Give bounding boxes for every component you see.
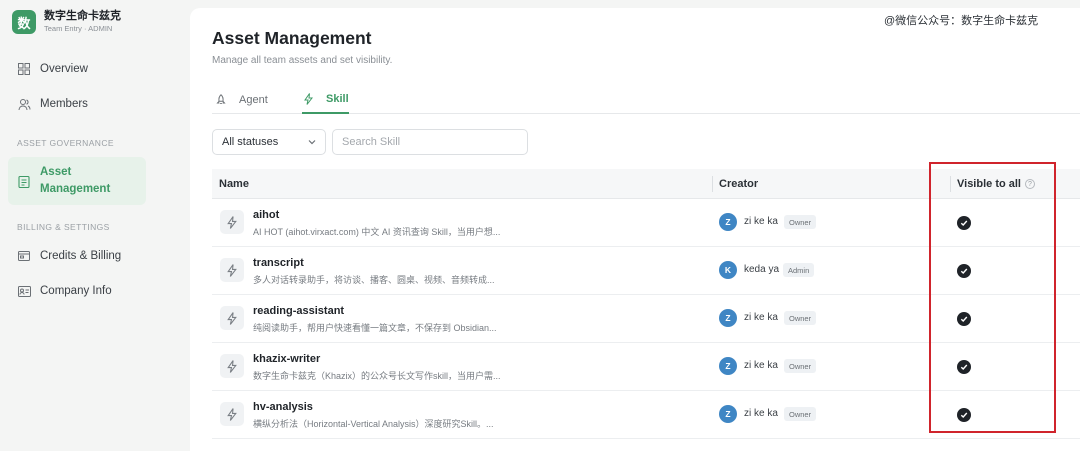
creator-name: keda ya (744, 264, 780, 275)
sidebar-item-label: Credits & Billing (40, 250, 122, 262)
members-icon (17, 97, 31, 111)
sidebar-item-label: Company Info (40, 285, 112, 297)
lightning-icon (220, 402, 244, 426)
creator-name: zi ke ka (744, 408, 778, 419)
creator-name: zi ke ka (744, 216, 778, 227)
clipboard-icon (17, 174, 31, 188)
avatar: Z (719, 309, 737, 327)
avatar: K (719, 261, 737, 279)
section-title-governance: ASSET GOVERNANCE (17, 138, 114, 148)
skill-description: 数字生命卡兹克（Khazix）的公众号长文写作skill，当用户需... (253, 371, 501, 381)
sidebar-item-overview[interactable]: Overview (8, 54, 146, 84)
sidebar-item-credits-billing[interactable]: Credits & Billing (8, 241, 146, 271)
lightning-icon (220, 258, 244, 282)
skill-name[interactable]: hv-analysis (253, 401, 313, 413)
creator-name: zi ke ka (744, 312, 778, 323)
grid-icon (17, 62, 31, 76)
sidebar-item-label: Asset Management (40, 164, 110, 198)
skill-description: 横纵分析法（Horizontal-Vertical Analysis）深度研究S… (253, 419, 494, 429)
column-divider (712, 176, 713, 192)
column-header-creator[interactable]: Creator (719, 169, 758, 199)
skill-description: AI HOT (aihot.virxact.com) 中文 AI 资讯查询 Sk… (253, 227, 501, 237)
skill-description: 纯阅读助手，帮用户快速看懂一篇文章，不保存到 Obsidian... (253, 323, 497, 333)
sidebar: 数 数字生命卡兹克 Team Entry · ADMIN Overview Me… (0, 0, 156, 451)
brand-logo: 数 (12, 10, 36, 34)
avatar: Z (719, 357, 737, 375)
tab-skill[interactable]: Skill (302, 86, 349, 114)
skill-name[interactable]: reading-assistant (253, 305, 344, 317)
lightning-icon (302, 93, 314, 105)
role-badge: Owner (784, 407, 817, 421)
sidebar-item-company-info[interactable]: Company Info (8, 276, 146, 306)
sidebar-item-label-line1: Asset (40, 166, 72, 178)
watermark: @微信公众号：数字生命卡兹克 (884, 15, 1039, 27)
id-card-icon (17, 284, 31, 298)
column-header-name[interactable]: Name (219, 169, 249, 199)
tab-agent[interactable]: Agent (215, 86, 268, 114)
role-badge: Owner (784, 359, 817, 373)
sidebar-item-asset-management[interactable]: Asset Management (8, 157, 146, 205)
status-filter-select[interactable]: All statuses (212, 129, 326, 155)
skill-name[interactable]: aihot (253, 209, 279, 221)
skill-description: 多人对话转录助手，将访谈、播客、圆桌、视频、音频转成... (253, 275, 495, 285)
tab-label: Skill (326, 93, 349, 105)
avatar: Z (719, 405, 737, 423)
wallet-icon (17, 249, 31, 263)
page-subtitle: Manage all team assets and set visibilit… (212, 55, 393, 66)
lightning-icon (220, 354, 244, 378)
page-title: Asset Management (212, 28, 372, 48)
highlight-box (929, 162, 1056, 433)
brand[interactable]: 数 数字生命卡兹克 Team Entry · ADMIN (12, 9, 121, 35)
tab-bar: Agent Skill (212, 86, 1080, 114)
lightning-icon (220, 210, 244, 234)
skill-name[interactable]: transcript (253, 257, 304, 269)
rocket-icon (215, 94, 227, 106)
brand-subtitle: Team Entry · ADMIN (44, 24, 113, 33)
section-title-billing: BILLING & SETTINGS (17, 222, 110, 232)
status-filter-value: All statuses (222, 136, 279, 148)
skill-name[interactable]: khazix-writer (253, 353, 320, 365)
avatar: Z (719, 213, 737, 231)
sidebar-item-label: Members (40, 98, 88, 110)
role-badge: Owner (784, 311, 817, 325)
search-input[interactable] (332, 129, 528, 155)
sidebar-item-label-line2: Management (40, 183, 111, 195)
creator-name: zi ke ka (744, 360, 778, 371)
tab-label: Agent (239, 94, 268, 106)
lightning-icon (220, 306, 244, 330)
role-badge: Admin (783, 263, 815, 277)
sidebar-item-label: Overview (40, 63, 88, 75)
sidebar-item-members[interactable]: Members (8, 89, 146, 119)
brand-name: 数字生命卡兹克 (44, 10, 121, 22)
chevron-down-icon (307, 137, 317, 147)
role-badge: Owner (784, 215, 817, 229)
